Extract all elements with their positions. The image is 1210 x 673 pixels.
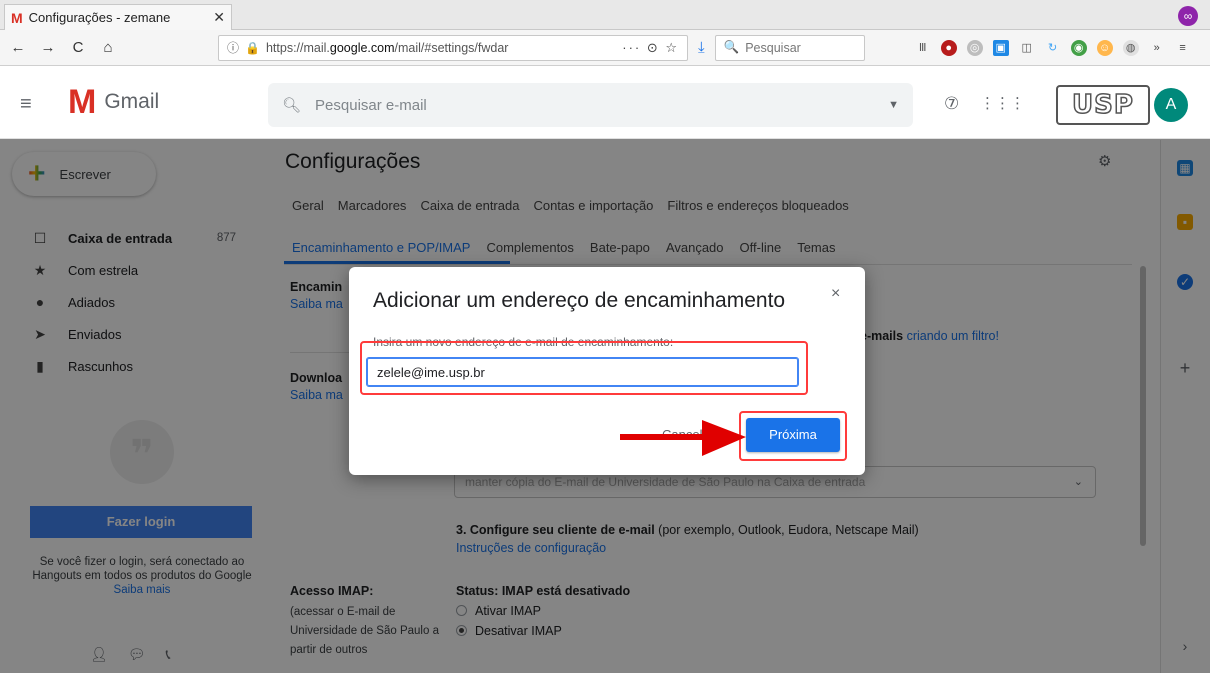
- ublock-icon[interactable]: ●: [940, 39, 957, 56]
- toolbar-icons: Ⅲ ● ◎ ▣ ◫ ↻ ◉ ☺ ◍ » ≡: [915, 39, 1191, 56]
- dialog-title: Adicionar um endereço de encaminhamento: [373, 289, 786, 312]
- gmail-logo[interactable]: M Gmail: [68, 85, 159, 119]
- next-button[interactable]: Próxima: [746, 418, 840, 452]
- download-icon[interactable]: ⤓: [698, 39, 705, 56]
- search-icon: 🔍︎: [282, 97, 302, 114]
- library-icon[interactable]: Ⅲ: [915, 40, 931, 56]
- forwarding-email-input[interactable]: [366, 357, 799, 387]
- add-forwarding-dialog: Adicionar um endereço de encaminhamento …: [349, 267, 865, 475]
- main-menu-icon[interactable]: ≡: [20, 93, 32, 116]
- url-text[interactable]: https://mail.google.com/mail/#settings/f…: [266, 41, 616, 55]
- tab-close-icon[interactable]: ✕: [213, 9, 225, 26]
- back-icon[interactable]: ←: [8, 39, 28, 56]
- home-icon[interactable]: ⌂: [98, 39, 118, 56]
- gmail-header: ≡ M Gmail 🔍︎ Pesquisar e-mail ▼ ⑦ ⋮⋮⋮ US…: [0, 67, 1210, 139]
- lock-icon: 🔒: [245, 40, 260, 55]
- menu-icon[interactable]: ≡: [1175, 40, 1191, 56]
- browser-tab[interactable]: M Configurações - zemane ✕: [4, 4, 232, 30]
- help-icon[interactable]: ⑦: [944, 94, 959, 114]
- extension-orange-icon[interactable]: ☺: [1096, 39, 1113, 56]
- org-logo[interactable]: USP: [1056, 85, 1150, 125]
- apps-grid-icon[interactable]: ⋮⋮⋮: [980, 94, 1025, 112]
- avatar[interactable]: A: [1154, 88, 1188, 122]
- page-actions-icon[interactable]: ··· ⊙ ☆: [622, 40, 679, 56]
- info-icon[interactable]: ⓘ: [227, 39, 239, 56]
- mail-search-input[interactable]: 🔍︎ Pesquisar e-mail ▼: [268, 83, 913, 127]
- gmail-favicon-icon: M: [11, 9, 23, 26]
- extension-blue-icon[interactable]: ▣: [992, 39, 1009, 56]
- browser-search-input[interactable]: 🔍 Pesquisar: [714, 34, 865, 61]
- link-icon[interactable]: ↻: [1045, 40, 1061, 56]
- browser-tabbar: M Configurações - zemane ✕ ∞: [0, 0, 1210, 30]
- search-options-icon[interactable]: ▼: [888, 99, 899, 111]
- extension-icon[interactable]: ∞: [1178, 6, 1198, 26]
- extension-green-icon[interactable]: ◉: [1070, 39, 1087, 56]
- close-icon[interactable]: ×: [831, 285, 840, 303]
- search-icon: 🔍: [723, 40, 740, 54]
- gmail-m-icon: M: [68, 83, 97, 121]
- extension-mask-icon[interactable]: ◍: [1122, 39, 1139, 56]
- overflow-icon[interactable]: »: [1149, 40, 1165, 56]
- extension-grey-icon[interactable]: ◎: [966, 39, 983, 56]
- screenshot-icon[interactable]: ◫: [1019, 40, 1035, 56]
- reload-icon[interactable]: C: [68, 39, 88, 56]
- tab-title: Configurações - zemane: [28, 10, 171, 25]
- annotation-arrow-icon: [620, 420, 746, 456]
- url-bar[interactable]: ⓘ 🔒 https://mail.google.com/mail/#settin…: [218, 34, 688, 61]
- browser-navbar: ← → C ⌂ ⓘ 🔒 https://mail.google.com/mail…: [0, 30, 1210, 66]
- forward-icon[interactable]: →: [38, 39, 58, 56]
